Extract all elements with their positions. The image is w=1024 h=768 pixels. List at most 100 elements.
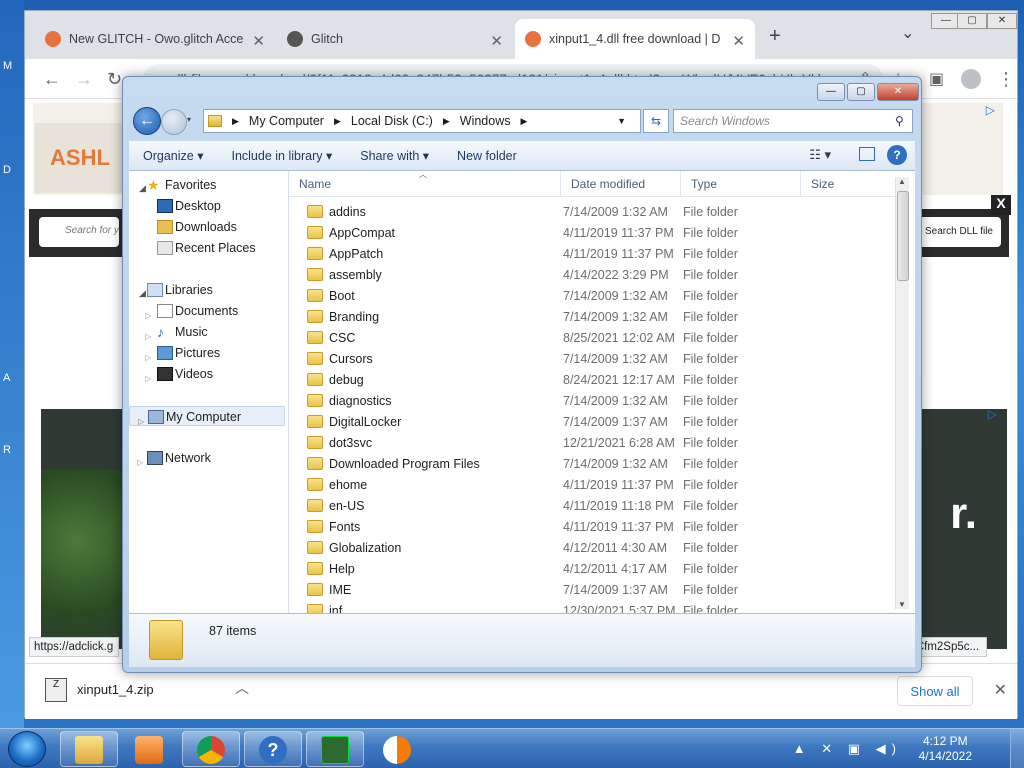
breadcrumb-separator-icon[interactable]: ▶	[443, 116, 450, 127]
minimize-button[interactable]: —	[817, 83, 845, 101]
address-dropdown-icon[interactable]: ▼	[617, 116, 626, 126]
search-windows-input[interactable]: Search Windows	[673, 109, 913, 133]
table-row[interactable]: DigitalLocker 7/14/2009 1:37 AM File folde…	[289, 411, 889, 432]
scrollbar-thumb[interactable]	[897, 191, 909, 281]
download-filename[interactable]: xinput1_4.zip	[77, 682, 154, 697]
table-row[interactable]: en-US 4/11/2019 11:18 PM File folder	[289, 495, 889, 516]
taskbar-task-manager[interactable]	[306, 731, 364, 767]
table-row[interactable]: Help 4/12/2011 4:17 AM File folder	[289, 558, 889, 579]
table-row[interactable]: diagnostics 7/14/2009 1:32 AM File folder	[289, 390, 889, 411]
forward-arrow-icon[interactable]: →	[75, 69, 93, 90]
nav-network[interactable]: ▷ Network	[129, 448, 288, 468]
breadcrumb-separator-icon[interactable]: ▶	[334, 116, 341, 127]
close-button[interactable]: ✕	[987, 13, 1017, 29]
table-row[interactable]: IME 7/14/2009 1:37 AM File folder	[289, 579, 889, 600]
nav-music[interactable]: ▷ ♪ Music	[129, 322, 288, 342]
table-row[interactable]: ehome 4/11/2019 11:37 PM File folder	[289, 474, 889, 495]
nav-videos[interactable]: ▷ Videos	[129, 364, 288, 384]
vertical-scrollbar[interactable]: ▲ ▼	[895, 177, 909, 609]
include-in-library-button[interactable]: Include in library ▾	[231, 148, 332, 163]
breadcrumb-windows[interactable]: Windows	[460, 114, 511, 128]
nav-documents[interactable]: ▷ Documents	[129, 301, 288, 321]
organize-button[interactable]: Organize ▾	[143, 148, 203, 163]
search-icon[interactable]: ⚲	[895, 114, 904, 128]
start-button[interactable]	[8, 731, 46, 767]
table-row[interactable]: dot3svc 12/21/2021 6:28 AM File folder	[289, 432, 889, 453]
profile-avatar-icon[interactable]	[961, 69, 981, 89]
ad-choices-icon[interactable]: ▷	[988, 407, 997, 421]
close-button[interactable]: ✕	[877, 83, 919, 101]
maximize-button[interactable]: ▢	[847, 83, 875, 101]
taskbar-help[interactable]: ?	[244, 731, 302, 767]
tab-glitch[interactable]: Glitch ✕	[277, 19, 513, 59]
taskbar-chrome[interactable]	[182, 731, 240, 767]
side-panel-icon[interactable]: ▣	[929, 69, 944, 89]
chevron-up-icon[interactable]: ︿	[235, 678, 249, 698]
nav-favorites[interactable]: ◢ ★ Favorites	[129, 175, 288, 195]
column-type[interactable]: Type	[681, 171, 801, 196]
taskbar-explorer[interactable]	[60, 731, 118, 767]
table-row[interactable]: Globalization 4/12/2011 4:30 AM File folde…	[289, 537, 889, 558]
back-button[interactable]: ←	[133, 107, 161, 135]
tab-search-button[interactable]: ⌄	[901, 23, 914, 43]
nav-downloads[interactable]: Downloads	[129, 217, 288, 237]
table-row[interactable]: assembly 4/14/2022 3:29 PM File folder	[289, 264, 889, 285]
recent-pages-chevron-icon[interactable]: ▾	[187, 115, 191, 124]
system-tray[interactable]: ▲ ✕ ▣ ◀)	[793, 741, 902, 757]
taskbar-app[interactable]	[368, 731, 426, 767]
close-download-shelf-button[interactable]: ✕	[994, 680, 1007, 700]
breadcrumb-my-computer[interactable]: My Computer	[249, 114, 324, 128]
show-all-button[interactable]: Show all	[897, 676, 973, 706]
search-dll-button[interactable]: Search DLL file	[919, 217, 1001, 247]
reload-icon[interactable]: ↻	[107, 69, 122, 90]
help-button[interactable]: ?	[887, 145, 907, 165]
nav-recent-places[interactable]: Recent Places	[129, 238, 288, 258]
tab-glitch-access[interactable]: New GLITCH - Owo.glitch Access ✕	[35, 19, 275, 59]
tab-dll-files[interactable]: xinput1_4.dll free download | DLL ✕	[515, 19, 755, 59]
close-tab-icon[interactable]: ✕	[490, 32, 503, 50]
clock[interactable]: 4:12 PM 4/14/2022	[919, 734, 972, 764]
table-row[interactable]: AppCompat 4/11/2019 11:37 PM File folder	[289, 222, 889, 243]
table-row[interactable]: Boot 7/14/2009 1:32 AM File folder	[289, 285, 889, 306]
close-tab-icon[interactable]: ✕	[732, 32, 745, 50]
column-name[interactable]: Name ︿	[289, 170, 561, 196]
file-date: 7/14/2009 1:32 AM	[563, 393, 668, 408]
forward-button[interactable]	[161, 109, 187, 135]
new-tab-button[interactable]: +	[769, 25, 781, 48]
refresh-icon[interactable]: ⇆	[643, 109, 669, 133]
change-view-icon[interactable]: ☷ ▾	[809, 147, 831, 163]
show-desktop-button[interactable]	[1010, 729, 1024, 768]
preview-pane-icon[interactable]	[859, 147, 875, 161]
file-name: DigitalLocker	[329, 414, 402, 429]
column-size[interactable]: Size	[801, 171, 881, 196]
site-search-input[interactable]: Search for y	[39, 217, 119, 247]
breadcrumb-separator-icon[interactable]: ▶	[520, 116, 527, 127]
ad-choices-icon[interactable]: ▷	[986, 103, 995, 117]
table-row[interactable]: Downloaded Program Files 7/14/2009 1:32 A…	[289, 453, 889, 474]
close-tab-icon[interactable]: ✕	[252, 32, 265, 50]
table-row[interactable]: debug 8/24/2021 12:17 AM File folder	[289, 369, 889, 390]
table-row[interactable]: CSC 8/25/2021 12:02 AM File folder	[289, 327, 889, 348]
table-row[interactable]: Cursors 7/14/2009 1:32 AM File folder	[289, 348, 889, 369]
nav-desktop[interactable]: Desktop	[129, 196, 288, 216]
table-row[interactable]: Fonts 4/11/2019 11:37 PM File folder	[289, 516, 889, 537]
column-date-modified[interactable]: Date modified	[561, 171, 681, 196]
nav-my-computer[interactable]: ▷ My Computer	[129, 406, 285, 426]
folder-icon	[307, 478, 323, 491]
scroll-up-arrow-icon[interactable]: ▲	[898, 177, 906, 186]
nav-pictures[interactable]: ▷ Pictures	[129, 343, 288, 363]
table-row[interactable]: AppPatch 4/11/2019 11:37 PM File folder	[289, 243, 889, 264]
address-breadcrumb[interactable]: ▶ My Computer ▶ Local Disk (C:) ▶ Window…	[203, 109, 641, 133]
breadcrumb-local-disk[interactable]: Local Disk (C:)	[351, 114, 433, 128]
new-folder-button[interactable]: New folder	[457, 149, 517, 163]
nav-libraries[interactable]: ◢ Libraries	[129, 280, 288, 300]
table-row[interactable]: addins 7/14/2009 1:32 AM File folder	[289, 201, 889, 222]
share-with-button[interactable]: Share with ▾	[360, 148, 429, 163]
maximize-button[interactable]: ▢	[957, 13, 987, 29]
taskbar-media-player[interactable]	[120, 731, 178, 767]
ad-close-button[interactable]: X	[991, 195, 1011, 215]
back-arrow-icon[interactable]: ←	[43, 69, 61, 90]
table-row[interactable]: Branding 7/14/2009 1:32 AM File folder	[289, 306, 889, 327]
scroll-down-arrow-icon[interactable]: ▼	[898, 600, 906, 609]
menu-icon[interactable]: ⋮	[997, 69, 1015, 90]
